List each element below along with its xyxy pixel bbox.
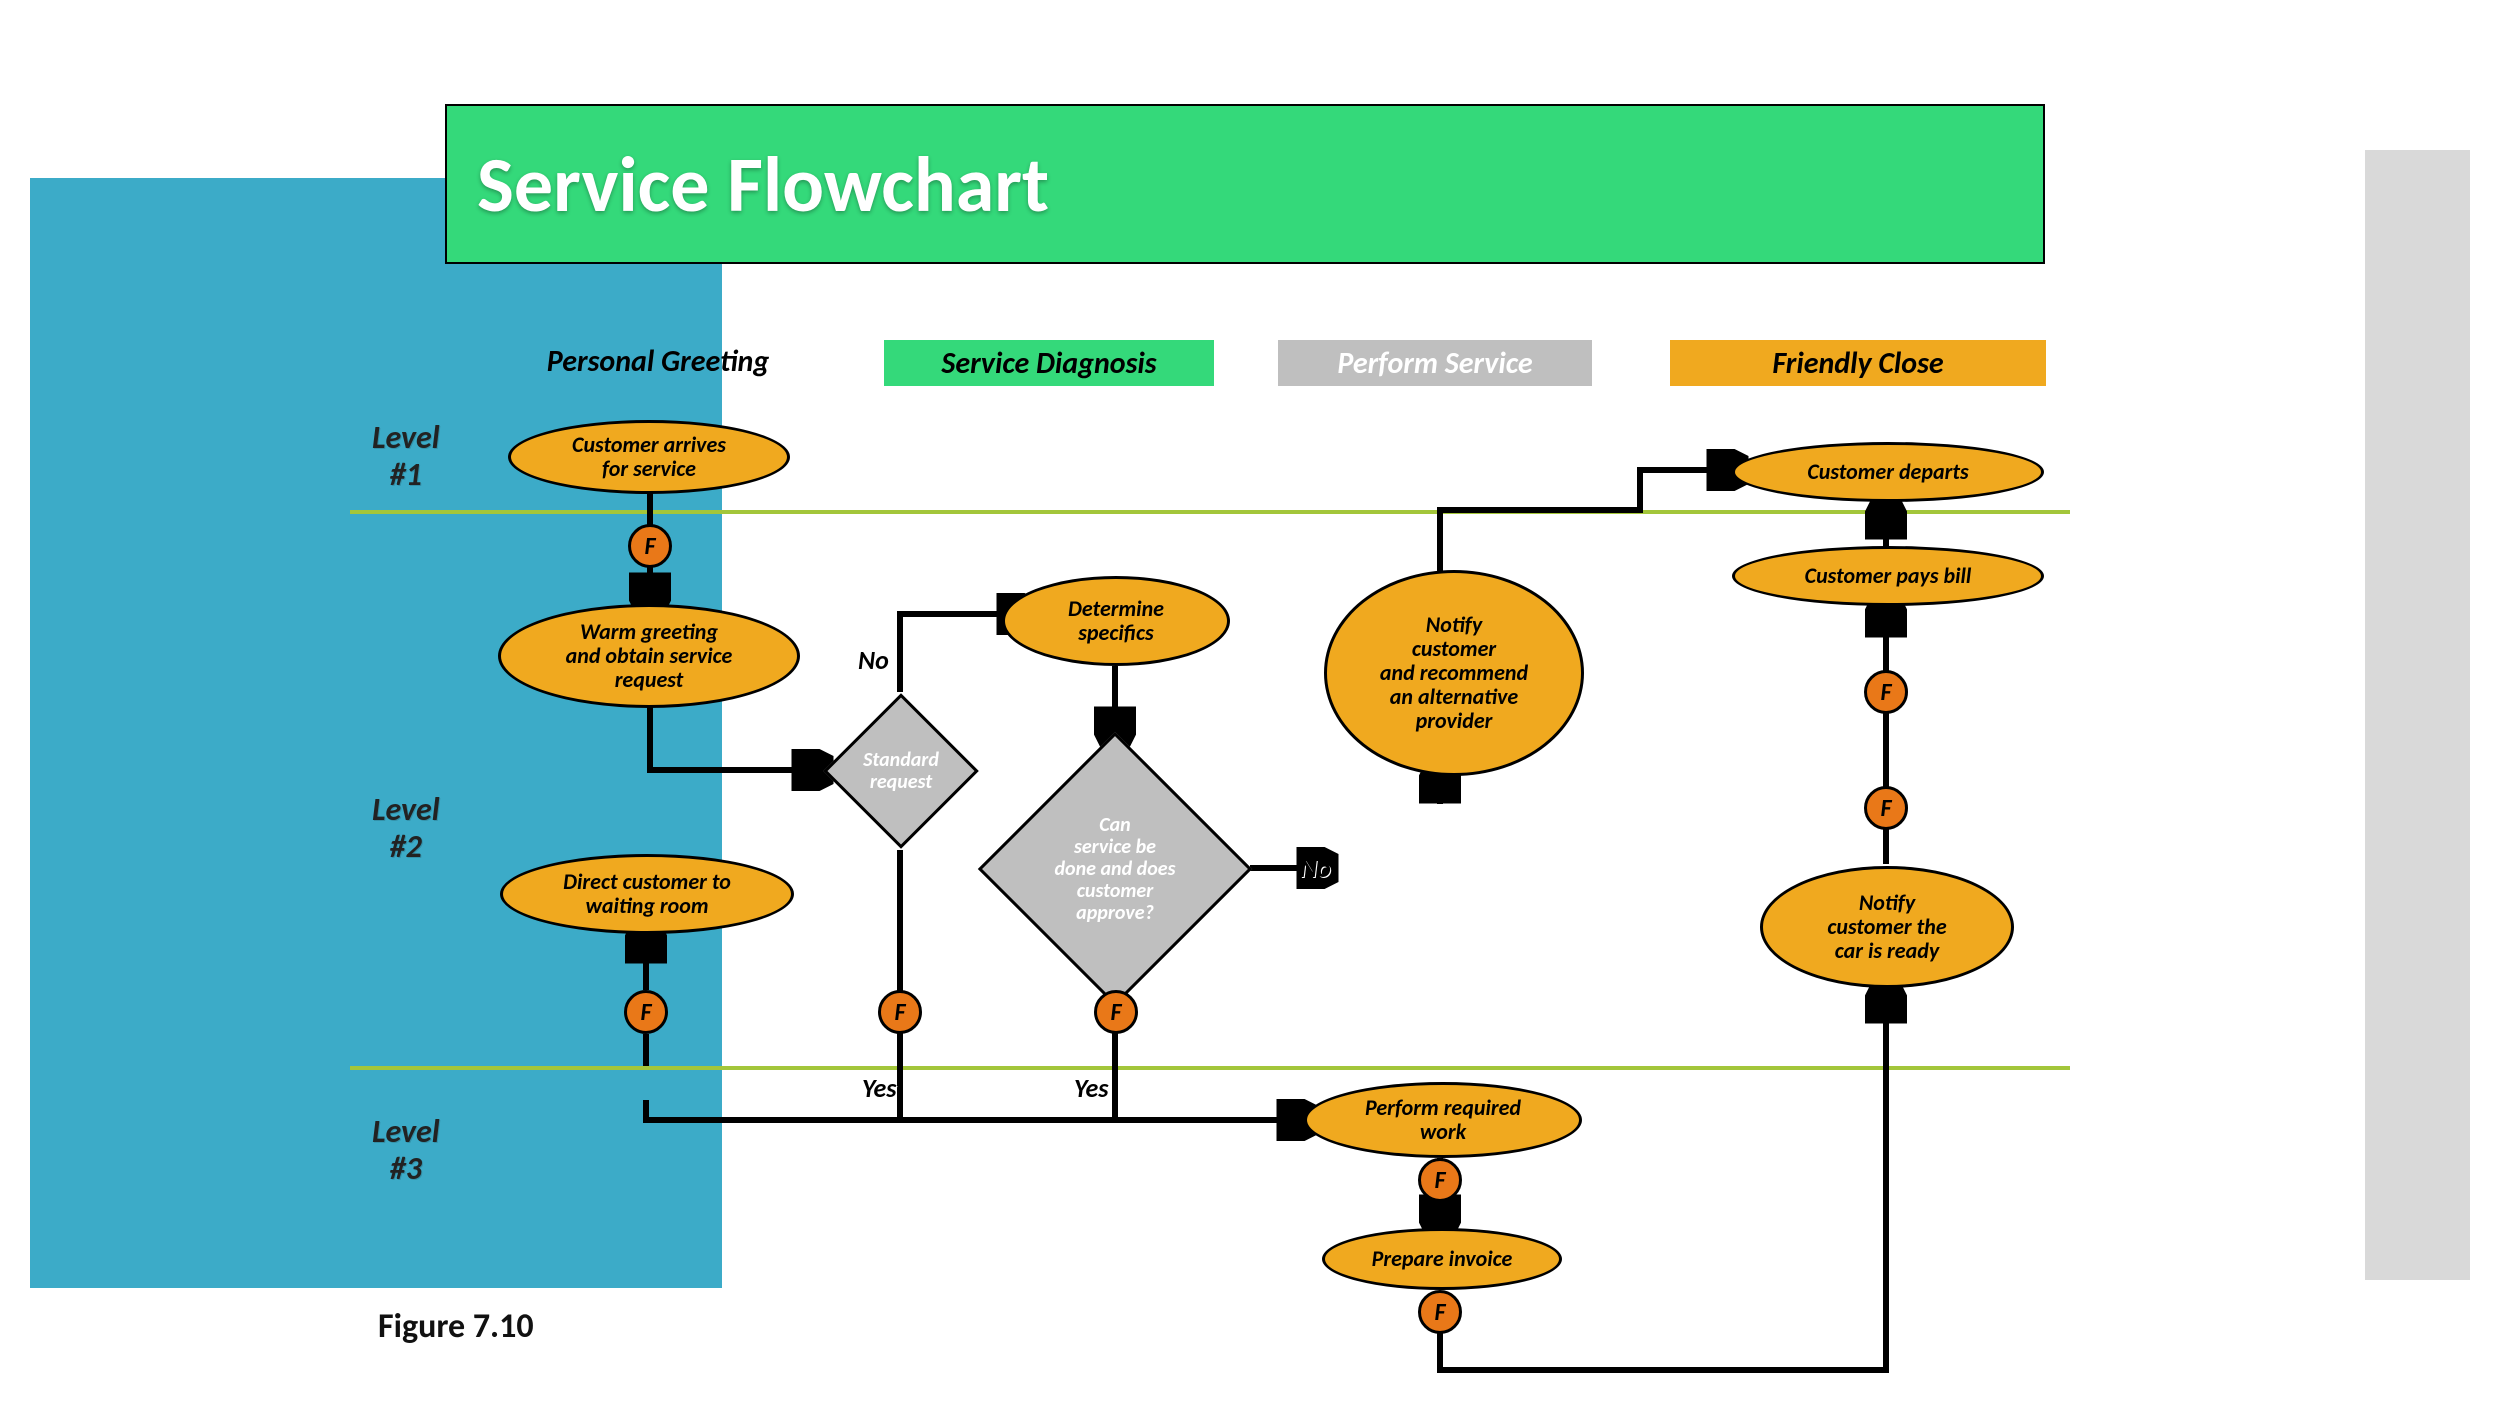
- col-friendly-close: Friendly Close: [1670, 340, 2046, 386]
- node-customer-departs: Customer departs: [1732, 442, 2044, 502]
- node-warm-greeting: Warm greeting and obtain service request: [498, 604, 800, 708]
- col-service-diagnosis: Service Diagnosis: [884, 340, 1214, 386]
- fail-marker-7: F: [1864, 786, 1908, 830]
- node-notify-alternative: Notify customer and recommend an alterna…: [1324, 570, 1584, 776]
- fail-marker-1: F: [628, 524, 672, 568]
- col-friendly-close-label: Friendly Close: [1772, 345, 1943, 382]
- fail-marker-8: F: [1864, 670, 1908, 714]
- node-direct-waiting: Direct customer to waiting room: [500, 854, 794, 934]
- node-standard-request-label: Standard request: [849, 719, 953, 823]
- level-3-label: Level #3: [372, 1114, 440, 1188]
- node-can-service: Can service be done and does customer ap…: [978, 732, 1252, 1006]
- fail-marker-3: F: [878, 990, 922, 1034]
- fail-marker-2: F: [624, 990, 668, 1034]
- divider-level-2-3: [350, 1066, 2070, 1070]
- col-personal-greeting: Personal Greeting: [498, 338, 818, 384]
- node-notify-ready: Notify customer the car is ready: [1760, 866, 2014, 988]
- title-text: Service Flowchart: [477, 137, 1049, 232]
- title-bar: Service Flowchart: [445, 104, 2045, 264]
- node-perform-work: Perform required work: [1304, 1082, 1582, 1158]
- node-customer-arrives: Customer arrives for service: [508, 420, 790, 494]
- fail-marker-4: F: [1094, 990, 1138, 1034]
- edge-label-no-1: No: [858, 644, 889, 676]
- decor-gray-strip: [2365, 150, 2470, 1280]
- figure-caption: Figure 7.10: [378, 1306, 534, 1347]
- node-determine-specifics: Determine specifics: [1002, 576, 1230, 666]
- level-1-label: Level #1: [372, 420, 440, 494]
- slide-stage: Service Flowchart Personal Greeting Serv…: [0, 0, 2500, 1406]
- node-prepare-invoice: Prepare invoice: [1322, 1228, 1562, 1290]
- node-customer-pays: Customer pays bill: [1732, 546, 2044, 606]
- col-perform-service: Perform Service: [1278, 340, 1592, 386]
- level-2-label: Level #2: [372, 792, 440, 866]
- fail-marker-5: F: [1418, 1158, 1462, 1202]
- col-perform-service-label: Perform Service: [1337, 345, 1532, 382]
- edge-label-no-2: No: [1300, 852, 1331, 884]
- col-personal-greeting-label: Personal Greeting: [547, 343, 769, 380]
- fail-marker-6: F: [1418, 1290, 1462, 1334]
- node-can-service-label: Can service be done and does customer ap…: [1021, 775, 1209, 963]
- edge-label-yes-2: Yes: [1074, 1072, 1109, 1104]
- col-service-diagnosis-label: Service Diagnosis: [941, 345, 1156, 382]
- edge-label-yes-1: Yes: [862, 1072, 897, 1104]
- divider-level-1-2: [350, 510, 2070, 514]
- node-standard-request: Standard request: [823, 693, 979, 849]
